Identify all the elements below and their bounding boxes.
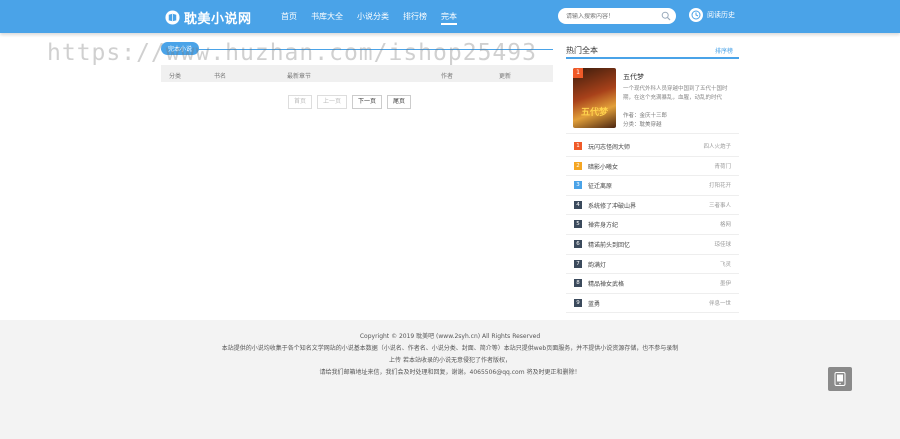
rank-title[interactable]: 系统修了冲破山界 <box>588 201 636 210</box>
rank-badge: 1 <box>574 142 582 150</box>
rank-title[interactable]: 玩闪志怪闹大师 <box>588 142 630 151</box>
search-icon[interactable] <box>661 11 671 21</box>
first-page-button[interactable]: 首页 <box>288 95 313 109</box>
featured-book-desc: 一个现代外科人员穿越中国到了五代十国时期，在这个充满暴乱，血腥，动乱的时代 <box>623 86 728 101</box>
rank-author: 墨伊 <box>719 281 731 288</box>
rank-title[interactable]: 韵满灯 <box>588 260 606 269</box>
list-item[interactable]: 7 韵满灯 飞灵 <box>566 255 739 275</box>
list-item[interactable]: 8 精品禅女武格 墨伊 <box>566 274 739 294</box>
featured-rank-badge: 1 <box>573 68 583 78</box>
rank-author: 三者事人 <box>708 202 731 209</box>
pagination: 首页 上一页 下一页 尾页 <box>288 95 416 109</box>
table-header: 分类 书名 最新章节 作者 更新 <box>161 65 553 82</box>
list-item[interactable]: 4 系统修了冲破山界 三者事人 <box>566 196 739 216</box>
nav-ranking[interactable]: 排行榜 <box>403 0 427 33</box>
nav-categories[interactable]: 小说分类 <box>357 0 389 33</box>
nav-library[interactable]: 书库大全 <box>311 0 343 33</box>
disclaimer-line-1: 本站提供的小说均收集于各个知名文学网站的小说基本数据（小说名、作者名、小说分类、… <box>221 345 679 352</box>
column-title: 书名 <box>214 73 227 80</box>
column-updated: 更新 <box>499 73 512 80</box>
rank-author: 四人火炮子 <box>703 144 731 150</box>
sidebar-header: 热门全本 排序榜 <box>566 40 739 59</box>
list-item[interactable]: 2 暗影小曦女 青荷门 <box>566 157 739 177</box>
sidebar-title: 热门全本 <box>566 46 598 55</box>
copyright-line: Copyright © 2019 耽美吧 (www.2syh.cn) All R… <box>359 333 541 340</box>
page-footer: Copyright © 2019 耽美吧 (www.2syh.cn) All R… <box>0 320 900 439</box>
rank-title[interactable]: 精品禅女武格 <box>588 279 624 288</box>
mobile-view-button[interactable] <box>828 367 852 391</box>
logo-text: 耽美小说网 <box>184 11 252 27</box>
column-author: 作者 <box>441 73 454 80</box>
rank-author: 格网 <box>719 222 731 229</box>
tablet-icon <box>834 372 846 386</box>
rank-author: 伴息一世 <box>708 300 731 307</box>
logo-icon <box>165 9 180 25</box>
rank-author: 青荷门 <box>714 163 731 170</box>
hot-completed-sidebar: 热门全本 排序榜 1 五代梦 五代梦 一个现代外科人员穿越中国到了五代十国时期，… <box>566 40 739 314</box>
rank-badge: 9 <box>574 298 582 307</box>
featured-book-name[interactable]: 五代梦 <box>623 72 644 82</box>
rank-badge: 2 <box>574 161 582 170</box>
disclaimer-line-3: 请给我们邮箱地址来信，我们会及时处理和回复，谢谢。4065506@qq.com … <box>319 369 581 376</box>
site-logo[interactable]: 耽美小说网 <box>165 8 252 27</box>
rank-badge: 6 <box>574 239 582 248</box>
watermark-text: https://www.huzhan.com/ishop25493 <box>47 40 537 66</box>
next-page-button[interactable]: 下一页 <box>352 95 383 109</box>
rank-badge: 4 <box>574 200 582 209</box>
rank-badge: 8 <box>574 279 582 288</box>
rank-badge: 7 <box>574 259 582 268</box>
search-input[interactable] <box>566 12 661 20</box>
rank-author: 飞灵 <box>719 261 731 268</box>
nav-completed[interactable]: 完本 <box>441 0 457 33</box>
nav-home[interactable]: 首页 <box>281 0 297 33</box>
sidebar-more-link[interactable]: 排序榜 <box>715 46 733 55</box>
top-header: 耽美小说网 首页 书库大全 小说分类 排行榜 完本 阅读历史 <box>0 0 900 33</box>
prev-page-button[interactable]: 上一页 <box>317 95 348 109</box>
rank-badge: 3 <box>574 181 582 190</box>
list-item[interactable]: 5 禅弈身方纪 格网 <box>566 215 739 235</box>
column-category: 分类 <box>169 73 182 80</box>
column-latest-chapter: 最新章节 <box>287 73 312 80</box>
book-cover[interactable]: 1 五代梦 <box>573 68 616 128</box>
rank-author: 琼佳球 <box>714 241 731 248</box>
search-box <box>558 8 676 24</box>
list-item[interactable]: 6 精诺前头到回忆 琼佳球 <box>566 235 739 255</box>
rank-title[interactable]: 征迁离原 <box>588 181 612 190</box>
list-item[interactable]: 1 玩闪志怪闹大师 四人火炮子 <box>566 137 739 157</box>
list-item[interactable]: 3 征迁离原 打阳花开 <box>566 176 739 196</box>
cover-title: 五代梦 <box>580 108 608 118</box>
rank-title[interactable]: 蓝勇 <box>588 299 600 308</box>
clock-icon <box>689 8 703 22</box>
list-item[interactable]: 9 蓝勇 伴息一世 <box>566 294 739 314</box>
rank-author: 打阳花开 <box>708 183 731 190</box>
rank-title[interactable]: 禅弈身方纪 <box>588 220 618 229</box>
main-nav: 首页 书库大全 小说分类 排行榜 完本 <box>274 0 464 33</box>
rank-title[interactable]: 暗影小曦女 <box>588 162 618 171</box>
last-page-button[interactable]: 尾页 <box>387 95 412 109</box>
disclaimer-line-2: 上传 若本站收录的小说无意侵犯了作者版权， <box>389 357 511 364</box>
featured-book-category: 分类：耽美穿越 <box>623 122 662 128</box>
featured-book-author: 作者：金庆十三郎 <box>623 113 668 119</box>
ranking-list: 1 玩闪志怪闹大师 四人火炮子 2 暗影小曦女 青荷门 3 征迁离原 打阳花开 … <box>566 137 739 314</box>
history-label: 阅读历史 <box>707 11 735 19</box>
rank-badge: 5 <box>574 220 582 229</box>
reading-history-link[interactable]: 阅读历史 <box>689 8 735 22</box>
rank-title[interactable]: 精诺前头到回忆 <box>588 240 630 249</box>
